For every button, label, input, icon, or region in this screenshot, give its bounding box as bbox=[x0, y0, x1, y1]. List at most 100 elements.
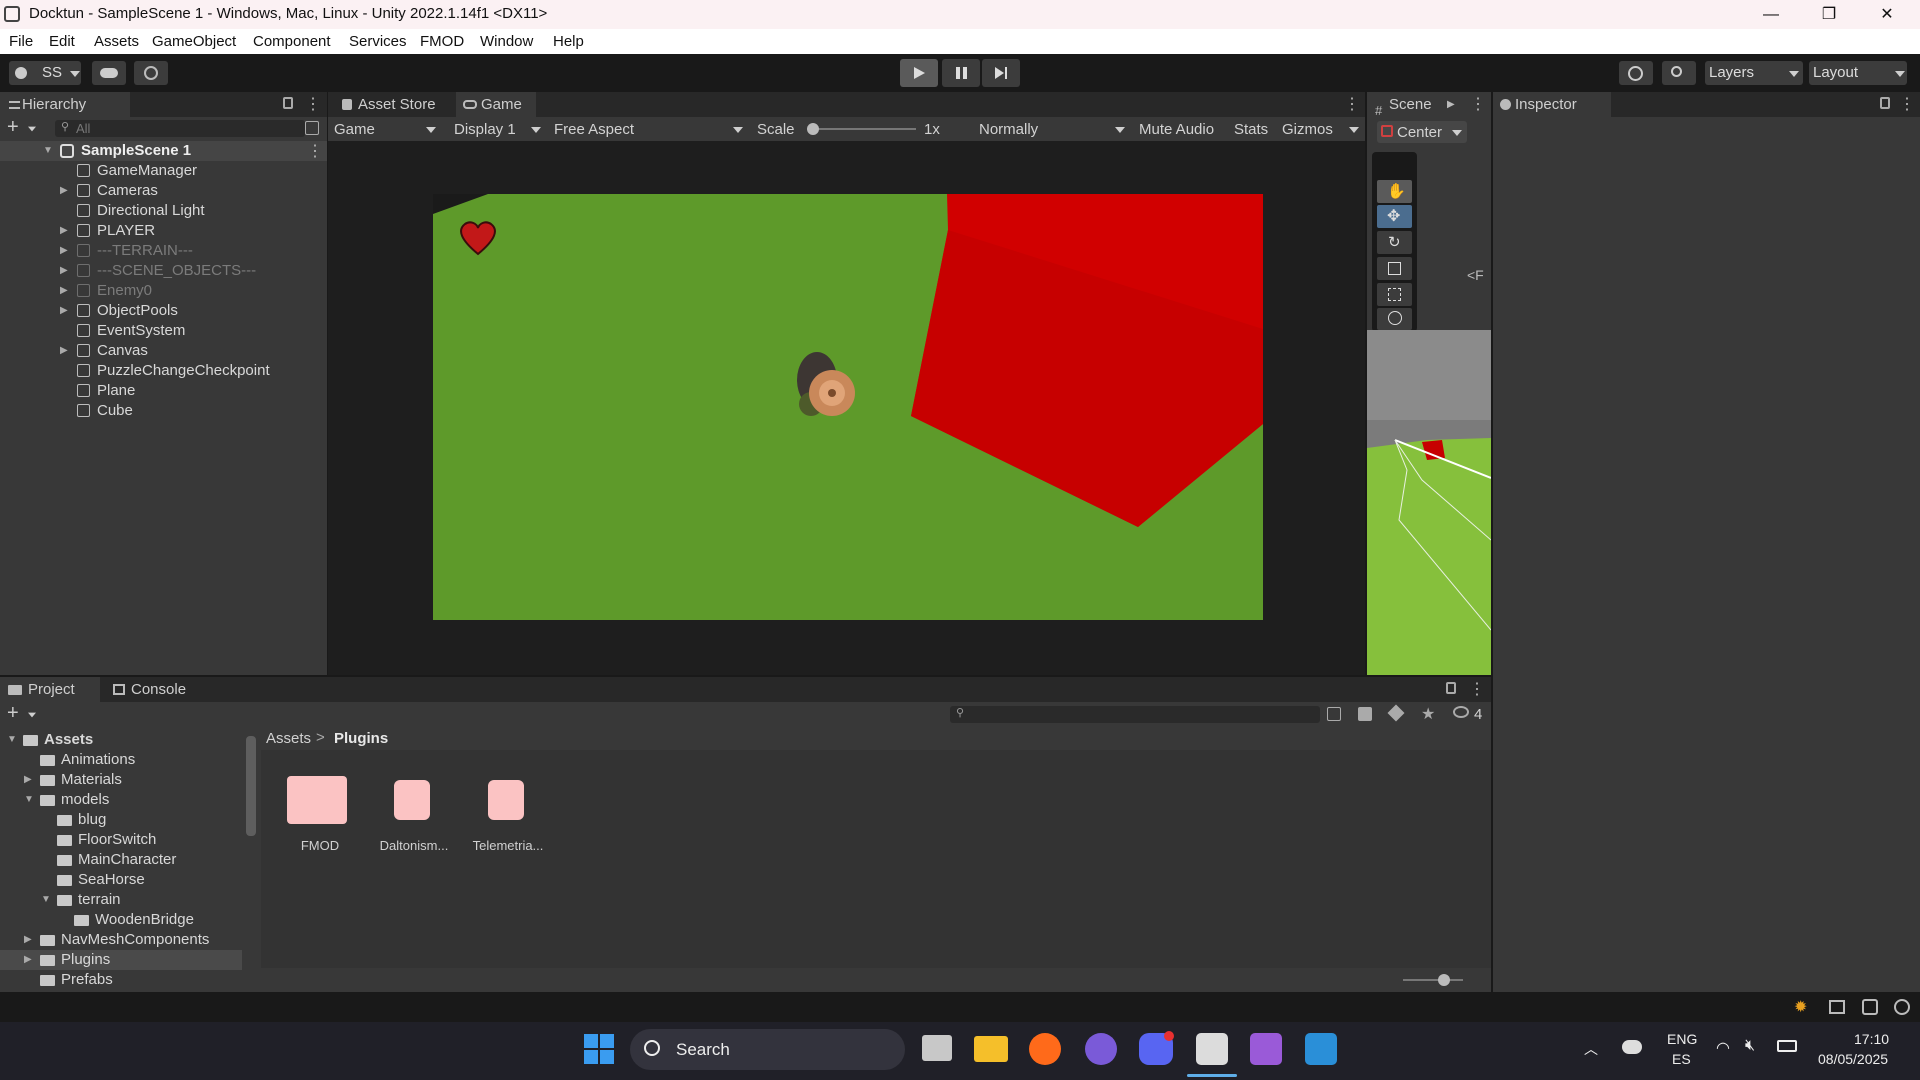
display-dropdown[interactable]: Display 1 bbox=[445, 117, 545, 141]
scene-viewport[interactable] bbox=[1367, 330, 1491, 675]
hierarchy-item[interactable]: ▶ Enemy0 bbox=[0, 281, 327, 301]
firefox-icon[interactable] bbox=[1029, 1033, 1061, 1065]
menu-component[interactable]: Component bbox=[253, 33, 331, 50]
expand-arrow-icon[interactable]: ▶ bbox=[60, 305, 68, 316]
paint-icon[interactable] bbox=[1305, 1033, 1337, 1065]
hierarchy-item[interactable]: ▶ Canvas bbox=[0, 341, 327, 361]
project-folder-item[interactable]: blug bbox=[0, 810, 242, 830]
hierarchy-item[interactable]: ▶ ObjectPools bbox=[0, 301, 327, 321]
hierarchy-item[interactable]: ▶ ---TERRAIN--- bbox=[0, 241, 327, 261]
account-button[interactable]: SS bbox=[9, 61, 81, 85]
kebab-menu-icon[interactable]: ⋮ bbox=[305, 94, 321, 114]
expand-arrow-icon[interactable]: ▼ bbox=[41, 894, 51, 905]
tab-scene[interactable]: # Scene ▶ bbox=[1367, 92, 1467, 118]
expand-arrow-icon[interactable]: ▶ bbox=[60, 225, 68, 236]
rotate-tool-button[interactable]: ↻ bbox=[1377, 231, 1412, 254]
expand-arrow-icon[interactable]: ▶ bbox=[60, 345, 68, 356]
step-button[interactable] bbox=[982, 59, 1020, 87]
chevron-down-icon[interactable] bbox=[1349, 127, 1359, 133]
hierarchy-item[interactable]: Cube bbox=[0, 401, 327, 421]
file-explorer-icon[interactable] bbox=[974, 1036, 1008, 1062]
kebab-menu-icon[interactable]: ⋮ bbox=[1470, 94, 1486, 114]
hierarchy-item[interactable]: Directional Light bbox=[0, 201, 327, 221]
project-folder-item[interactable]: ▶ Plugins bbox=[0, 950, 242, 970]
tab-asset-store[interactable]: Asset Store bbox=[328, 92, 456, 117]
menu-services[interactable]: Services bbox=[349, 33, 407, 50]
menu-file[interactable]: File bbox=[9, 33, 33, 50]
game-viewport[interactable] bbox=[433, 194, 1263, 620]
search-scope-icon[interactable] bbox=[1327, 707, 1341, 721]
kebab-menu-icon[interactable]: ⋮ bbox=[307, 141, 323, 161]
hierarchy-search-input[interactable]: ⚲ All bbox=[55, 120, 305, 137]
bug-icon[interactable]: ✹ bbox=[1794, 997, 1807, 1017]
pivot-dropdown[interactable]: Center bbox=[1377, 121, 1467, 143]
kebab-menu-icon[interactable]: ⋮ bbox=[1469, 679, 1485, 699]
star-icon[interactable]: ★ bbox=[1421, 704, 1435, 724]
expand-arrow-icon[interactable]: ▼ bbox=[24, 794, 34, 805]
expand-arrow-icon[interactable]: ▶ bbox=[24, 954, 32, 965]
menu-edit[interactable]: Edit bbox=[49, 33, 75, 50]
language-label[interactable]: ENG bbox=[1667, 1031, 1697, 1047]
hand-tool-button[interactable]: ✋ bbox=[1377, 180, 1412, 203]
project-search-input[interactable]: ⚲ bbox=[950, 706, 1320, 723]
menu-help[interactable]: Help bbox=[553, 33, 584, 50]
hierarchy-item[interactable]: ▶ PLAYER bbox=[0, 221, 327, 241]
expand-arrow-icon[interactable]: ▶ bbox=[24, 934, 32, 945]
project-folder-item[interactable]: ▼ Assets bbox=[0, 730, 242, 750]
project-folder-item[interactable]: MainCharacter bbox=[0, 850, 242, 870]
project-folder-item[interactable]: ▼ terrain bbox=[0, 890, 242, 910]
gizmos-toggle[interactable]: Gizmos bbox=[1282, 121, 1333, 138]
tab-game[interactable]: Game bbox=[456, 92, 536, 117]
project-folder-item[interactable]: ▼ models bbox=[0, 790, 242, 810]
tab-console[interactable]: Console bbox=[100, 677, 200, 702]
tab-inspector[interactable]: Inspector bbox=[1493, 92, 1611, 117]
expand-arrow-icon[interactable]: ▶ bbox=[60, 245, 68, 256]
expand-arrow-icon[interactable]: ▼ bbox=[43, 145, 53, 156]
history-button[interactable] bbox=[1619, 61, 1653, 85]
play-button[interactable] bbox=[900, 59, 938, 87]
check-icon[interactable] bbox=[1894, 999, 1910, 1015]
task-view-icon[interactable] bbox=[922, 1035, 952, 1061]
project-folder-item[interactable]: FloorSwitch bbox=[0, 830, 242, 850]
label-icon[interactable] bbox=[1387, 704, 1405, 722]
project-folder-item[interactable]: ▶ Materials bbox=[0, 770, 242, 790]
lock-icon[interactable] bbox=[1446, 682, 1456, 694]
expand-arrow-icon[interactable]: ▶ bbox=[24, 774, 32, 785]
scene-root-row[interactable]: ▼ SampleScene 1 ⋮ bbox=[0, 141, 327, 161]
asset-item[interactable]: Daltonism... bbox=[370, 770, 458, 860]
expand-arrow-icon[interactable]: ▶ bbox=[60, 285, 68, 296]
maximize-button[interactable]: ❐ bbox=[1800, 0, 1858, 29]
scale-slider[interactable] bbox=[807, 123, 916, 135]
icon-size-slider-thumb[interactable] bbox=[1438, 974, 1450, 986]
unity-icon[interactable] bbox=[1196, 1033, 1228, 1065]
stats-toggle[interactable]: Stats bbox=[1234, 121, 1268, 138]
hierarchy-item[interactable]: EventSystem bbox=[0, 321, 327, 341]
tab-project[interactable]: Project bbox=[0, 677, 100, 702]
visual-studio-icon[interactable] bbox=[1250, 1033, 1282, 1065]
hidden-eye-icon[interactable] bbox=[1453, 706, 1469, 718]
rect-tool-button[interactable] bbox=[1377, 283, 1412, 306]
chevron-up-icon[interactable]: ︿ bbox=[1584, 1039, 1598, 1059]
battery-icon[interactable] bbox=[1777, 1040, 1797, 1052]
menu-window[interactable]: Window bbox=[480, 33, 533, 50]
tree-scrollbar[interactable] bbox=[246, 736, 256, 836]
kebab-menu-icon[interactable]: ⋮ bbox=[1344, 94, 1360, 114]
onedrive-icon[interactable] bbox=[1622, 1040, 1642, 1054]
expand-arrow-icon[interactable]: ▼ bbox=[7, 734, 17, 745]
aspect-dropdown[interactable]: Free Aspect bbox=[548, 117, 748, 141]
wifi-icon[interactable]: ◠ bbox=[1716, 1038, 1730, 1058]
project-folder-item[interactable]: SeaHorse bbox=[0, 870, 242, 890]
scale-tool-button[interactable] bbox=[1377, 257, 1412, 280]
minimize-button[interactable]: — bbox=[1742, 0, 1800, 29]
keyboard-layout-label[interactable]: ES bbox=[1672, 1051, 1691, 1067]
transform-tool-button[interactable] bbox=[1377, 308, 1412, 330]
lock-icon[interactable] bbox=[1880, 97, 1890, 109]
network-icon[interactable] bbox=[1862, 999, 1878, 1015]
project-folder-item[interactable]: Prefabs bbox=[0, 970, 242, 990]
expand-arrow-icon[interactable]: ▶ bbox=[60, 185, 68, 196]
cloud-button[interactable] bbox=[92, 61, 126, 85]
hierarchy-item[interactable]: ▶ ---SCENE_OBJECTS--- bbox=[0, 261, 327, 281]
scale-slider-thumb[interactable] bbox=[807, 123, 819, 135]
hierarchy-item[interactable]: ▶ Cameras bbox=[0, 181, 327, 201]
kebab-menu-icon[interactable]: ⋮ bbox=[1899, 94, 1915, 114]
